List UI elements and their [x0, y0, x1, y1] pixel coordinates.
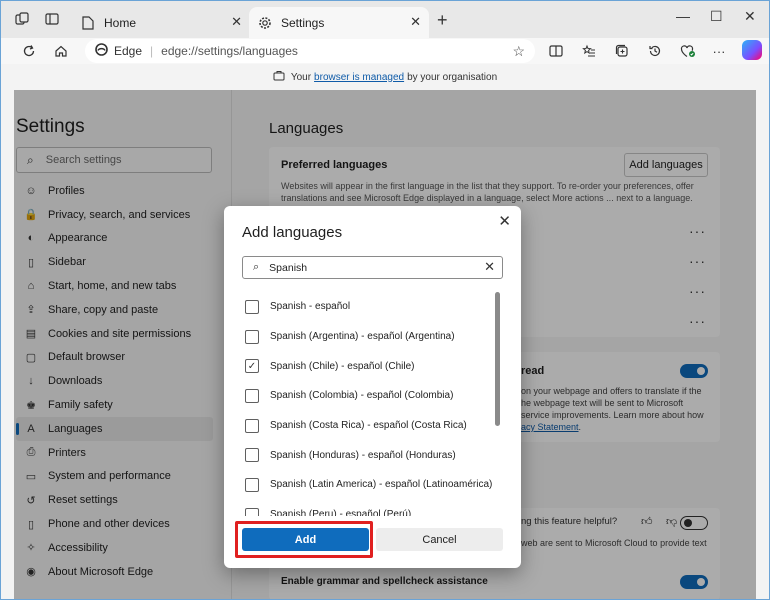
collections-icon[interactable]: [613, 42, 631, 60]
clear-search-icon[interactable]: ✕: [484, 259, 495, 275]
managed-banner: Your browser is managed by your organisa…: [14, 64, 756, 90]
banner-suffix: by your organisation: [407, 71, 498, 83]
checkbox[interactable]: [245, 418, 259, 433]
title-bar: Home ✕ Settings ✕ + — ☐ ✕: [0, 0, 770, 38]
split-screen-icon[interactable]: [547, 42, 565, 60]
search-icon: ⌕: [253, 261, 260, 273]
language-option[interactable]: Spanish (Costa Rica) - español (Costa Ri…: [242, 411, 498, 441]
checkbox[interactable]: [245, 507, 259, 516]
home-icon[interactable]: [52, 42, 70, 60]
tab-actions-icon[interactable]: [44, 11, 60, 27]
maximize-button[interactable]: ☐: [710, 8, 723, 25]
language-options-list: Spanish - español Spanish (Argentina) - e…: [242, 292, 498, 516]
browser-essentials-icon[interactable]: [679, 42, 697, 60]
language-option[interactable]: Spanish (Peru) - español (Perú): [242, 500, 498, 516]
tab-settings[interactable]: Settings ✕: [249, 7, 429, 38]
language-option-label: Spanish (Costa Rica) - español (Costa Ri…: [270, 420, 467, 432]
banner-prefix: Your: [290, 71, 312, 83]
dialog-footer: Add Cancel: [224, 516, 521, 568]
copilot-icon[interactable]: [742, 40, 762, 60]
checkbox[interactable]: [245, 299, 259, 314]
new-tab-button[interactable]: +: [437, 10, 448, 31]
language-search-input[interactable]: [269, 261, 470, 274]
tab-settings-title: Settings: [281, 15, 325, 30]
address-bar[interactable]: Edge | edge://settings/languages ☆: [85, 39, 535, 63]
language-option-label: Spanish (Colombia) - español (Colombia): [270, 390, 454, 402]
close-tab-icon[interactable]: ✕: [231, 14, 242, 30]
language-option-label: Spanish (Honduras) - español (Honduras): [270, 449, 456, 461]
more-actions-icon[interactable]: ···: [710, 42, 728, 60]
workspaces-icon[interactable]: [14, 11, 30, 27]
language-option-label: Spanish (Chile) - español (Chile): [270, 360, 415, 372]
address-url[interactable]: edge://settings/languages: [161, 44, 298, 58]
tab-home-title: Home: [104, 15, 137, 30]
favorites-icon[interactable]: [580, 42, 598, 60]
language-option-label: Spanish (Argentina) - español (Argentina…: [270, 331, 455, 343]
history-icon[interactable]: [646, 42, 664, 60]
dialog-title: Add languages: [242, 224, 343, 241]
favorite-star-icon[interactable]: ☆: [512, 43, 525, 60]
refresh-icon[interactable]: [20, 42, 38, 60]
language-option[interactable]: Spanish - español: [242, 292, 498, 322]
language-option[interactable]: Spanish (Honduras) - español (Honduras): [242, 440, 498, 470]
language-search-field[interactable]: ⌕ ✕: [242, 256, 503, 279]
tab-home[interactable]: Home ✕: [72, 7, 250, 38]
language-option[interactable]: ✓ Spanish (Chile) - español (Chile): [242, 351, 498, 381]
edge-logo-icon: [95, 43, 108, 59]
browser-window: Home ✕ Settings ✕ + — ☐ ✕ Edge | edge://…: [0, 0, 770, 600]
checkbox-checked[interactable]: ✓: [245, 359, 259, 374]
language-option[interactable]: Spanish (Argentina) - español (Argentina…: [242, 322, 498, 352]
language-option[interactable]: Spanish (Latin America) - español (Latin…: [242, 470, 498, 500]
address-brand: Edge: [114, 44, 143, 58]
address-separator: |: [150, 44, 154, 58]
close-tab-icon[interactable]: ✕: [410, 14, 421, 30]
toolbar: Edge | edge://settings/languages ☆ ···: [0, 38, 770, 64]
checkbox[interactable]: [245, 388, 259, 403]
language-option[interactable]: Spanish (Colombia) - español (Colombia): [242, 381, 498, 411]
cancel-button[interactable]: Cancel: [376, 528, 503, 551]
gear-icon: [257, 15, 273, 31]
add-button[interactable]: Add: [242, 528, 369, 551]
checkbox[interactable]: [245, 329, 259, 344]
close-dialog-icon[interactable]: ✕: [498, 212, 511, 230]
add-languages-dialog: ✕ Add languages ⌕ ✕ Spanish - españolSpa…: [224, 206, 521, 568]
language-option-label: Spanish (Latin America) - español (Latin…: [270, 479, 493, 491]
page-icon: [80, 15, 96, 31]
briefcase-icon: [273, 70, 285, 84]
close-window-button[interactable]: ✕: [744, 8, 756, 25]
checkbox[interactable]: [245, 448, 259, 463]
browser-managed-link[interactable]: browser is managed: [314, 72, 404, 83]
list-scrollbar[interactable]: [495, 292, 500, 426]
language-option-label: Spanish - español: [270, 301, 351, 313]
checkbox[interactable]: [245, 477, 259, 492]
language-option-label: Spanish (Peru) - español (Perú): [270, 509, 412, 516]
minimize-button[interactable]: —: [676, 8, 690, 24]
